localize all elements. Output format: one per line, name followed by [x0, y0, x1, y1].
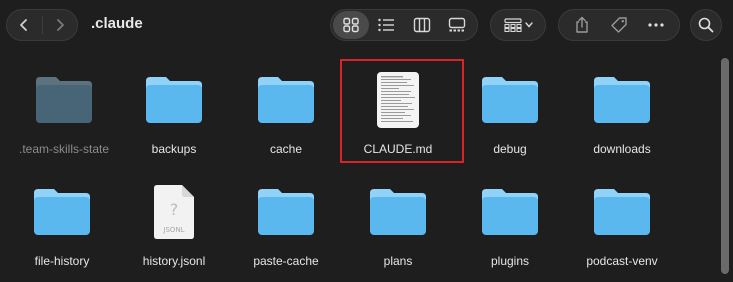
folder-icon [256, 70, 316, 130]
window-title: .claude [91, 15, 143, 32]
folder-icon [480, 70, 540, 130]
back-button[interactable] [7, 10, 42, 40]
file-name: plugins [490, 254, 530, 268]
file-item[interactable]: .team-skills-state [10, 70, 118, 170]
grid-icon [343, 17, 359, 33]
icon-view-button[interactable] [333, 11, 369, 39]
file-name: .team-skills-state [18, 142, 110, 156]
file-name: cache [269, 142, 303, 156]
gallery-icon [449, 17, 466, 32]
file-item[interactable]: paste-cache [232, 182, 340, 282]
share-icon [575, 16, 588, 33]
group-grid-icon [503, 18, 522, 32]
file-item[interactable]: ? JSONL history.jsonl [120, 182, 228, 282]
finder-window: .claude .team-skills-state backups cache… [0, 0, 733, 276]
group-by-button[interactable] [490, 9, 546, 41]
column-view-button[interactable] [404, 11, 440, 39]
file-name: plans [383, 254, 413, 268]
more-button[interactable] [639, 11, 673, 39]
file-name: backups [151, 142, 197, 156]
forward-button[interactable] [43, 10, 78, 40]
file-item[interactable]: plugins [456, 182, 564, 282]
search-button[interactable] [690, 9, 722, 41]
chevron-down-icon [524, 22, 533, 28]
actions-group [558, 9, 680, 41]
folder-icon [32, 182, 92, 242]
file-item[interactable]: plans [344, 182, 452, 282]
file-item[interactable]: cache [232, 70, 340, 170]
folder-icon [592, 182, 652, 242]
ellipsis-icon [648, 23, 664, 27]
gallery-view-button[interactable] [440, 11, 476, 39]
folder-icon [480, 182, 540, 242]
columns-icon [413, 17, 430, 33]
search-icon [698, 17, 714, 33]
file-name: paste-cache [253, 254, 319, 268]
tag-icon [611, 17, 627, 33]
jsonl-file-icon: ? JSONL [144, 182, 204, 242]
file-name: history.jsonl [142, 254, 206, 268]
file-name: file-history [34, 254, 90, 268]
svg-text:?: ? [170, 200, 179, 219]
folder-icon [368, 182, 428, 242]
folder-icon [256, 182, 316, 242]
view-mode-switcher [330, 9, 478, 41]
selection-highlight [340, 59, 464, 163]
file-name: downloads [593, 142, 651, 156]
folder-icon [144, 70, 204, 130]
share-button[interactable] [565, 11, 599, 39]
file-name: podcast-venv [586, 254, 658, 268]
nav-buttons [6, 9, 78, 41]
folder-icon [34, 70, 94, 130]
tag-button[interactable] [602, 11, 636, 39]
list-icon [378, 18, 395, 32]
file-item[interactable]: debug [456, 70, 564, 170]
list-view-button[interactable] [369, 11, 405, 39]
vertical-scrollbar[interactable] [721, 58, 729, 274]
file-item[interactable]: podcast-venv [568, 182, 676, 282]
file-item[interactable]: downloads [568, 70, 676, 170]
chevron-left-icon [20, 19, 28, 31]
jsonl-badge: JSONL [162, 226, 184, 234]
file-item[interactable]: backups [120, 70, 228, 170]
file-item[interactable]: file-history [8, 182, 116, 282]
file-name: debug [493, 142, 527, 156]
toolbar: .claude [0, 0, 733, 52]
chevron-right-icon [56, 19, 64, 31]
folder-icon [592, 70, 652, 130]
